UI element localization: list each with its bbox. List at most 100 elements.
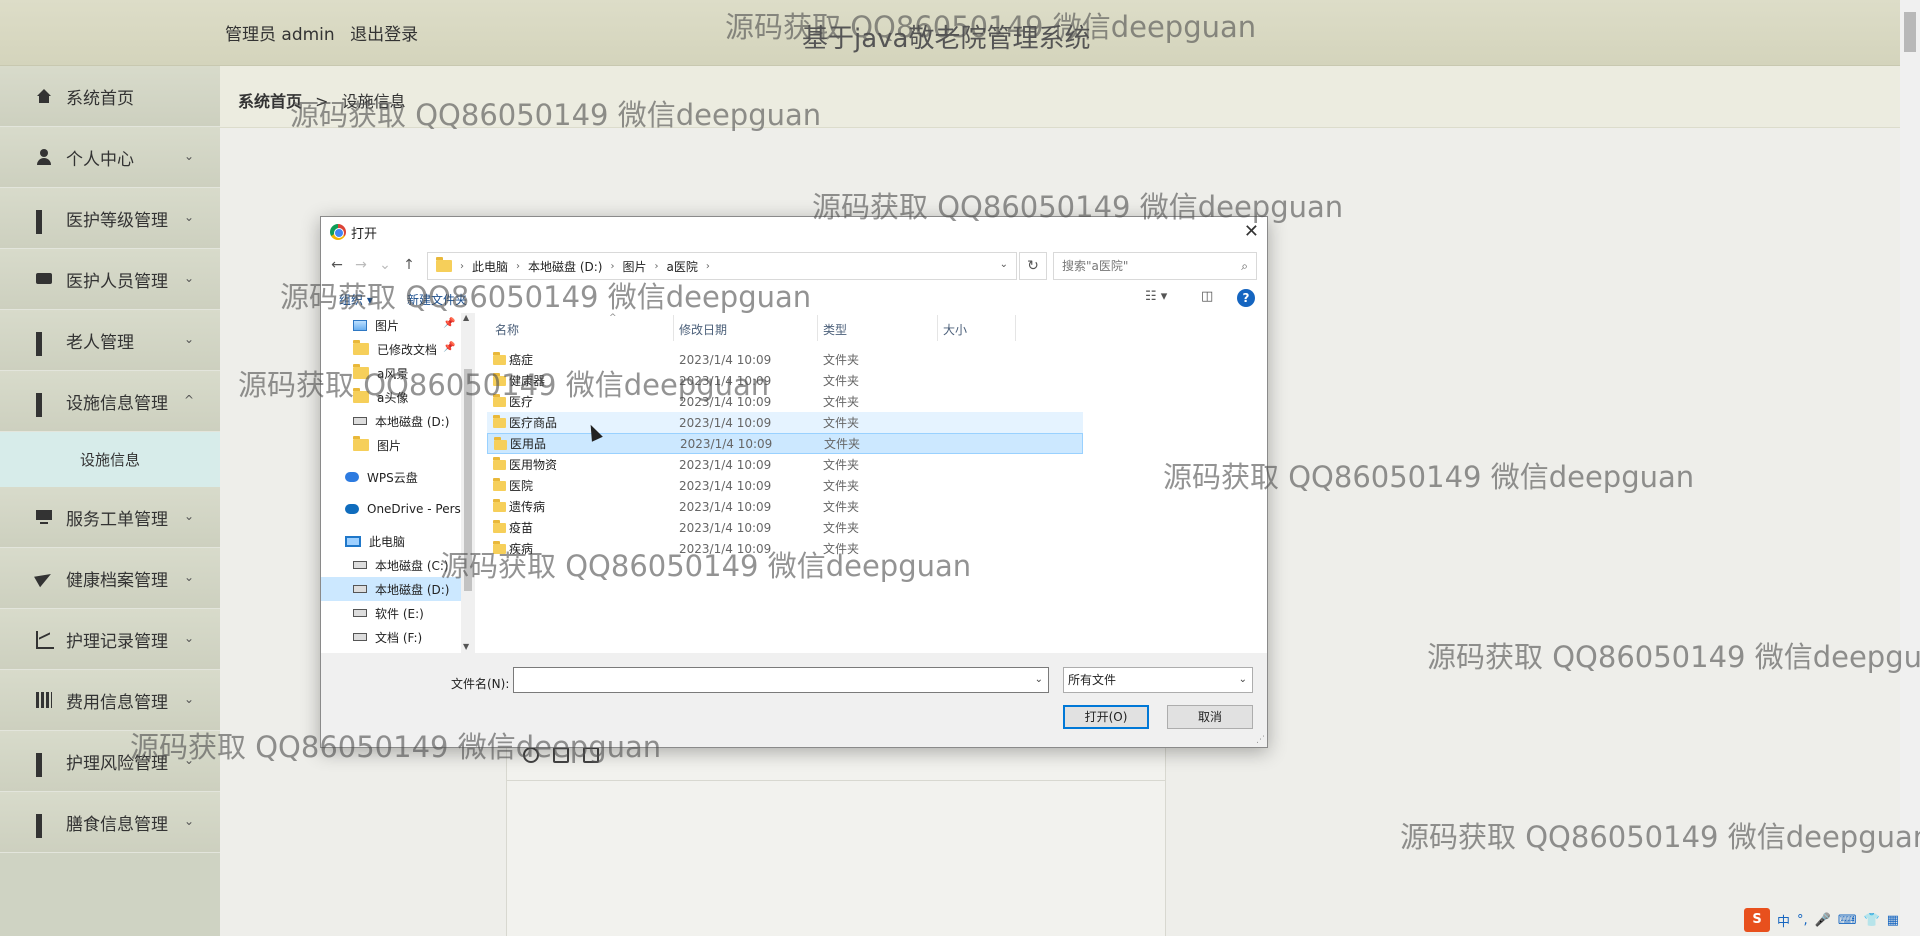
folder-icon bbox=[353, 436, 369, 451]
ime-punctuation[interactable]: °, bbox=[1797, 913, 1808, 928]
file-row[interactable]: 医院 2023/1/4 10:09 文件夹 bbox=[487, 475, 1267, 496]
navigation-scrollbar[interactable]: ▲ ▼ bbox=[461, 313, 475, 653]
nav-item-label: 图片 bbox=[377, 438, 402, 453]
chevron-down-icon[interactable]: ⌄ bbox=[1035, 674, 1043, 685]
back-arrow-icon[interactable]: ← bbox=[329, 257, 345, 273]
sidebar-item-personal-center[interactable]: 个人中心 ⌄ bbox=[0, 127, 220, 188]
sidebar-item-home[interactable]: 系统首页 bbox=[0, 66, 220, 127]
rich-text-editor[interactable] bbox=[506, 740, 1166, 936]
column-divider[interactable] bbox=[673, 315, 674, 341]
column-divider[interactable] bbox=[817, 315, 818, 341]
image-icon[interactable] bbox=[553, 747, 569, 763]
file-row[interactable]: 癌症 2023/1/4 10:09 文件夹 bbox=[487, 349, 1267, 370]
nav-item-drive-c[interactable]: 本地磁盘 (C:) bbox=[321, 553, 475, 577]
column-header-type[interactable]: 类型 bbox=[823, 321, 847, 338]
help-icon[interactable]: ? bbox=[1237, 289, 1255, 307]
filetype-select[interactable]: 所有文件 ⌄ bbox=[1063, 667, 1253, 693]
path-segment[interactable]: a医院 bbox=[667, 258, 698, 275]
nav-item-drive-d[interactable]: 本地磁盘 (D:) bbox=[321, 409, 475, 433]
sidebar: 系统首页 个人中心 ⌄ 医护等级管理 ⌄ 医护人员管理 ⌄ 老人管理 ⌄ 设施信… bbox=[0, 66, 220, 936]
cloud-icon bbox=[345, 472, 359, 482]
microphone-icon[interactable]: 🎤 bbox=[1815, 913, 1831, 928]
column-header-size[interactable]: 大小 bbox=[943, 321, 967, 338]
link-icon[interactable] bbox=[523, 747, 539, 763]
submenu-item-facility-info[interactable]: 设施信息 bbox=[0, 432, 220, 487]
search-input[interactable]: 搜索"a医院" ⌕ bbox=[1053, 252, 1257, 280]
sidebar-item-elderly[interactable]: 老人管理 ⌄ bbox=[0, 310, 220, 371]
chevron-right-icon: › bbox=[460, 260, 464, 272]
sidebar-item-facility[interactable]: 设施信息管理 ^ bbox=[0, 371, 220, 432]
file-row[interactable]: 健康器 2023/1/4 10:09 文件夹 bbox=[487, 370, 1267, 391]
nav-item-avatar[interactable]: a头像 bbox=[321, 385, 475, 409]
keyboard-icon[interactable]: ⌨ bbox=[1838, 913, 1857, 928]
recent-dropdown-icon[interactable]: ⌄ bbox=[377, 257, 393, 273]
nav-item-drive-f[interactable]: 文档 (F:) bbox=[321, 625, 475, 649]
nav-item-wps-cloud[interactable]: WPS云盘 bbox=[321, 465, 475, 489]
sidebar-item-service-order[interactable]: 服务工单管理 ⌄ bbox=[0, 487, 220, 548]
cancel-button[interactable]: 取消 bbox=[1167, 705, 1253, 729]
sidebar-item-care-level[interactable]: 医护等级管理 ⌄ bbox=[0, 188, 220, 249]
file-type: 文件夹 bbox=[823, 479, 860, 493]
scroll-down-icon[interactable]: ▼ bbox=[463, 642, 469, 651]
file-row[interactable]: 疾病 2023/1/4 10:09 文件夹 bbox=[487, 538, 1267, 559]
file-row[interactable]: 医用物资 2023/1/4 10:09 文件夹 bbox=[487, 454, 1267, 475]
view-options-icon[interactable]: ☷ ▾ bbox=[1145, 289, 1167, 304]
nav-item-pictures[interactable]: 图片 📌 bbox=[321, 313, 475, 337]
close-icon[interactable]: ✕ bbox=[1244, 221, 1259, 242]
file-row[interactable]: 疫苗 2023/1/4 10:09 文件夹 bbox=[487, 517, 1267, 538]
column-divider[interactable] bbox=[937, 315, 938, 341]
save-icon[interactable] bbox=[583, 747, 599, 763]
chevron-down-icon[interactable]: ⌄ bbox=[1000, 259, 1008, 270]
chevron-down-icon: ⌄ bbox=[183, 570, 194, 584]
skin-icon[interactable]: 👕 bbox=[1864, 913, 1880, 928]
column-header-date[interactable]: 修改日期 bbox=[679, 321, 727, 338]
new-folder-button[interactable]: 新建文件夹 bbox=[407, 291, 467, 308]
breadcrumb-home[interactable]: 系统首页 bbox=[238, 92, 302, 111]
file-row[interactable]: 医疗 2023/1/4 10:09 文件夹 bbox=[487, 391, 1267, 412]
file-name: 医用品 bbox=[510, 437, 547, 451]
ime-language[interactable]: 中 bbox=[1777, 911, 1790, 930]
sidebar-item-care-staff[interactable]: 医护人员管理 ⌄ bbox=[0, 249, 220, 310]
column-divider[interactable] bbox=[1015, 315, 1016, 341]
resize-grip-icon[interactable]: ⋰ bbox=[1256, 735, 1265, 745]
sidebar-item-fee[interactable]: 费用信息管理 ⌄ bbox=[0, 670, 220, 731]
path-segment[interactable]: 此电脑 bbox=[472, 258, 508, 275]
file-row-hovered[interactable]: 医疗商品 2023/1/4 10:09 文件夹 bbox=[487, 412, 1083, 433]
path-breadcrumb[interactable]: › 此电脑 › 本地磁盘 (D:) › 图片 › a医院 › ⌄ bbox=[427, 252, 1017, 280]
path-segment[interactable]: 图片 bbox=[622, 258, 646, 275]
file-name: 疾病 bbox=[509, 542, 534, 556]
command-bar: 组织 ▾ 新建文件夹 ☷ ▾ ◫ ? bbox=[321, 283, 1267, 313]
sidebar-item-care-record[interactable]: 护理记录管理 ⌄ bbox=[0, 609, 220, 670]
refresh-icon[interactable]: ↻ bbox=[1019, 252, 1047, 280]
nav-item-pictures-folder[interactable]: 图片 bbox=[321, 433, 475, 457]
column-header-name[interactable]: 名称 bbox=[495, 321, 519, 338]
file-row[interactable]: 遗传病 2023/1/4 10:09 文件夹 bbox=[487, 496, 1267, 517]
logout-link[interactable]: 退出登录 bbox=[350, 25, 418, 45]
filename-input[interactable]: ⌄ bbox=[513, 667, 1049, 693]
nav-item-modified-docs[interactable]: 已修改文档 📌 bbox=[321, 337, 475, 361]
sogou-icon[interactable]: S bbox=[1744, 908, 1770, 932]
folder-icon bbox=[493, 520, 506, 533]
nav-item-drive-d-selected[interactable]: 本地磁盘 (D:) bbox=[321, 577, 475, 601]
sidebar-item-care-risk[interactable]: 护理风险管理 ⌄ bbox=[0, 731, 220, 792]
file-row-selected[interactable]: 医用品 2023/1/4 10:09 文件夹 bbox=[487, 433, 1083, 454]
chevron-down-icon: ⌄ bbox=[183, 332, 194, 346]
organize-menu[interactable]: 组织 ▾ bbox=[339, 291, 373, 308]
sidebar-item-meal[interactable]: 膳食信息管理 ⌄ bbox=[0, 792, 220, 853]
nav-item-scenery[interactable]: a风景 bbox=[321, 361, 475, 385]
nav-item-this-pc[interactable]: 此电脑 bbox=[321, 529, 475, 553]
scrollbar-thumb[interactable] bbox=[464, 369, 472, 591]
file-name: 疫苗 bbox=[509, 521, 534, 535]
nav-item-drive-e[interactable]: 软件 (E:) bbox=[321, 601, 475, 625]
nav-item-onedrive[interactable]: OneDrive - Pers bbox=[321, 497, 475, 521]
page-scrollbar[interactable] bbox=[1900, 0, 1920, 936]
scroll-up-icon[interactable]: ▲ bbox=[463, 313, 469, 322]
scrollbar-thumb[interactable] bbox=[1904, 12, 1916, 52]
up-arrow-icon[interactable]: ↑ bbox=[401, 257, 417, 273]
apps-grid-icon[interactable]: ▦ bbox=[1887, 913, 1899, 928]
open-button[interactable]: 打开(O) bbox=[1063, 705, 1149, 729]
preview-pane-icon[interactable]: ◫ bbox=[1201, 289, 1213, 304]
forward-arrow-icon[interactable]: → bbox=[353, 257, 369, 273]
sidebar-item-health-record[interactable]: 健康档案管理 ⌄ bbox=[0, 548, 220, 609]
path-segment[interactable]: 本地磁盘 (D:) bbox=[528, 258, 602, 275]
